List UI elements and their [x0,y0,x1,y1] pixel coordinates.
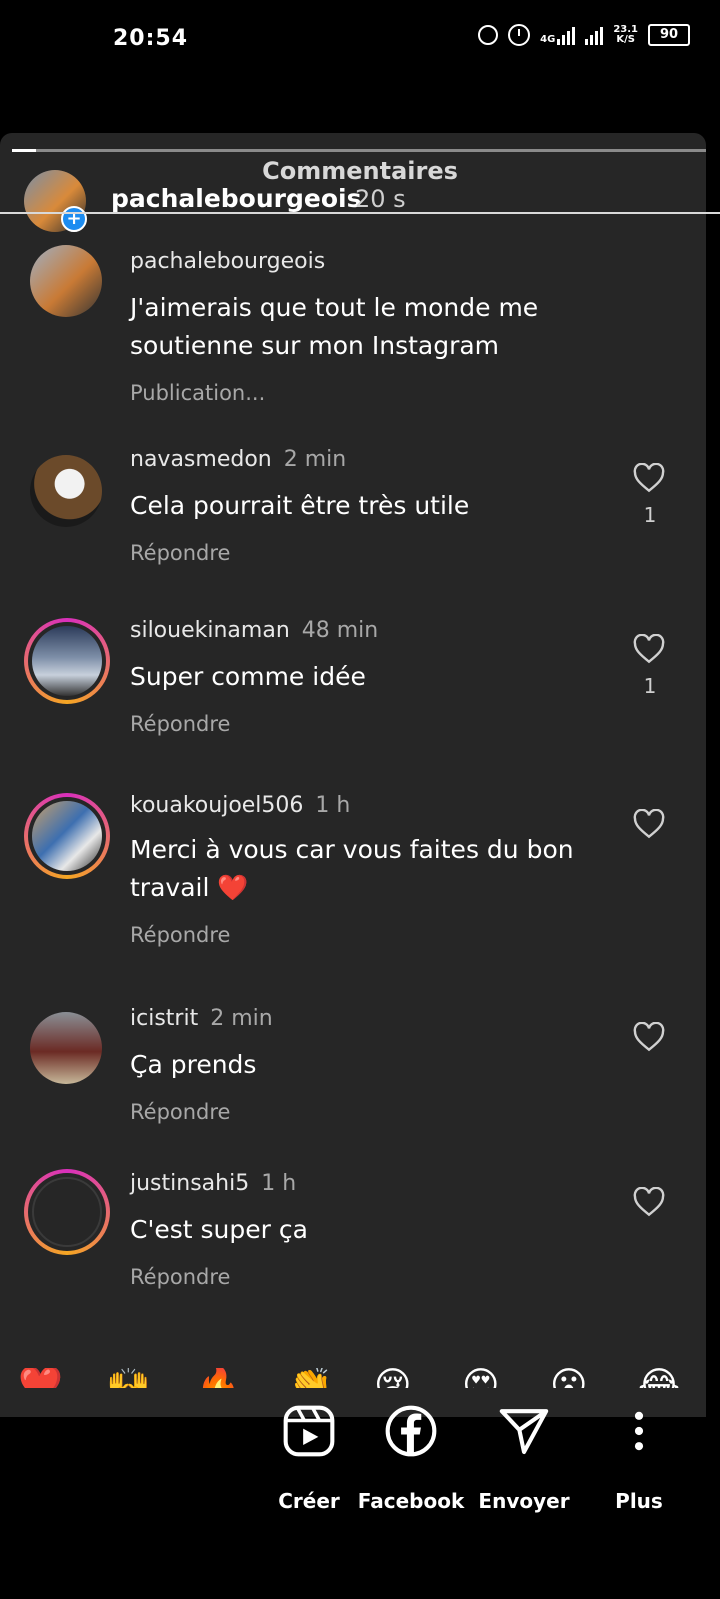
comment-username[interactable]: silouekinaman 48 min [130,618,378,643]
share-label: Facebook [357,1489,465,1513]
comment-username[interactable]: kouakoujoel506 1 h [130,793,350,818]
reply-button[interactable]: Répondre [130,923,230,947]
comment-text: Cela pourrait être très utile [130,491,470,520]
heart-icon[interactable] [633,463,665,493]
emoji-reaction[interactable]: 😂 [638,1368,680,1388]
avatar [32,626,102,696]
comment-text: J'aimerais que tout le monde me soutienn… [130,293,539,360]
emoji-reaction[interactable]: 😢 [374,1368,412,1388]
share-bar: Créer Facebook Envoyer Plus [0,1405,720,1599]
comment-username[interactable]: justinsahi5 1 h [130,1171,296,1196]
heart-icon[interactable] [633,1022,665,1052]
avatar[interactable] [30,455,102,527]
avatar-story-ring[interactable] [24,618,110,704]
story-time: 20 s [355,185,406,213]
comment-username[interactable]: navasmedon 2 min [130,447,346,472]
emoji-reaction[interactable]: 🔥 [196,1368,241,1388]
send-icon [499,1409,549,1455]
status-bar: 20:54 4G 23.1 K/S 90 [0,0,720,80]
comment-username[interactable]: icistrit 2 min [130,1006,273,1031]
emoji-reaction-row: ❤️ 🙌 🔥 👏 😢 😍 😮 😂 [0,1368,706,1388]
messenger-icon [478,25,499,45]
emoji-reaction[interactable]: ❤️ [18,1368,63,1388]
share-label: Créer [278,1489,340,1513]
more-icon [634,1411,644,1451]
facebook-icon [385,1405,437,1457]
avatar-story-ring[interactable] [24,1169,110,1255]
story-progress-bar [12,149,706,152]
status-time: 20:54 [113,26,189,51]
heart-icon[interactable] [633,634,665,664]
network-label: 4G [540,34,556,45]
reply-button[interactable]: Répondre [130,712,230,736]
alarm-icon [508,24,531,46]
avatar-story-ring[interactable] [24,793,110,879]
story-divider [0,212,720,214]
story-username[interactable]: pachalebourgeois [111,184,361,213]
status-icons: 4G 23.1 K/S 90 [478,24,690,46]
more-button[interactable]: Plus [584,1409,694,1513]
comment-time: 1 h [315,793,351,818]
reply-button[interactable]: Répondre [130,541,230,565]
avatar [32,1177,102,1247]
comment-time: 2 min [210,1006,273,1031]
avatar[interactable] [30,245,102,317]
emoji-reaction[interactable]: 👏 [288,1368,333,1388]
speed-indicator: 23.1 K/S [613,25,638,45]
story-progress-fill [12,149,36,152]
comment-time: 48 min [301,618,379,643]
signal-icon [585,25,604,45]
comment-text: Super comme idée [130,662,366,691]
send-button[interactable]: Envoyer [469,1409,579,1513]
signal-4g-icon: 4G [540,25,576,45]
comment-time: 2 min [283,447,347,472]
emoji-reaction[interactable]: 😮 [550,1368,588,1388]
heart-icon[interactable] [633,1187,665,1217]
avatar [32,801,102,871]
emoji-reaction[interactable]: 🙌 [106,1368,151,1388]
comments-sheet: Commentaires pachalebourgeois J'aimerais… [0,133,706,1417]
reels-icon [283,1405,335,1457]
comment-time: 1 h [261,1171,297,1196]
create-button[interactable]: Créer [254,1405,364,1513]
facebook-button[interactable]: Facebook [356,1405,466,1513]
comment-text: Ça prends [130,1050,257,1079]
share-label: Plus [615,1489,663,1513]
comment-text: C'est super ça [130,1215,308,1244]
like-count: 1 [643,674,657,698]
comment-username[interactable]: pachalebourgeois [130,249,325,274]
share-label: Envoyer [478,1489,570,1513]
comment-text: Merci à vous car vous faites du bon trav… [130,835,574,902]
battery-icon: 90 [648,24,690,46]
story-header: + pachalebourgeois 20 s [0,168,720,232]
like-count: 1 [643,503,657,527]
speed-unit: K/S [616,34,635,45]
heart-icon[interactable] [633,809,665,839]
emoji-reaction[interactable]: 😍 [462,1368,500,1388]
reply-button[interactable]: Répondre [130,1265,230,1289]
publication-status: Publication... [130,381,266,405]
reply-button[interactable]: Répondre [130,1100,230,1124]
add-story-icon[interactable]: + [61,206,87,232]
avatar[interactable] [30,1012,102,1084]
